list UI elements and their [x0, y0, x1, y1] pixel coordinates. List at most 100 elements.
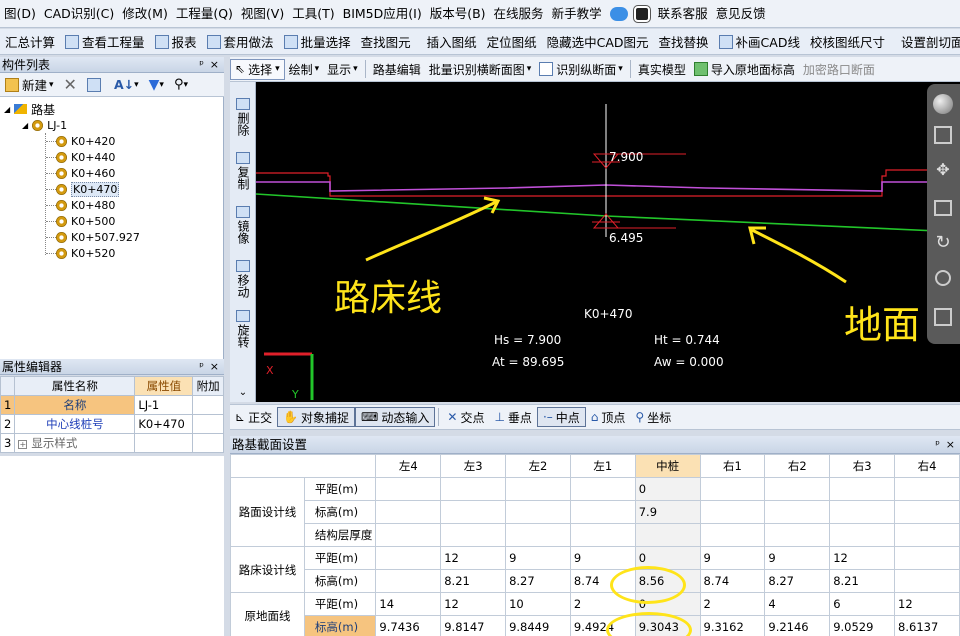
orbit-sphere-icon[interactable]: [933, 94, 953, 114]
pan-icon[interactable]: ✥: [931, 160, 955, 179]
insert-drawing-button[interactable]: 插入图纸: [422, 30, 482, 54]
pin-icon[interactable]: ᵖ: [199, 57, 204, 73]
tree-node-station[interactable]: K0+500: [56, 213, 115, 229]
menu-modify[interactable]: 修改(M): [118, 0, 172, 27]
cube-view-icon[interactable]: [934, 126, 952, 144]
menu-tools[interactable]: 工具(T): [288, 0, 338, 27]
value-cell[interactable]: [894, 569, 960, 593]
property-value-input[interactable]: K0+470: [134, 414, 194, 434]
select-button[interactable]: ⇖ 选择 ▾: [230, 58, 285, 80]
value-cell[interactable]: [375, 569, 442, 593]
redraw-cad-line-button[interactable]: 补画CAD线: [714, 30, 805, 54]
tree-node-station[interactable]: K0+470: [56, 181, 120, 197]
find-replace-button[interactable]: 查找替换: [654, 30, 714, 54]
value-cell[interactable]: [375, 523, 442, 547]
value-cell[interactable]: 12: [829, 546, 896, 570]
value-cell[interactable]: 8.21: [440, 569, 507, 593]
coordinate-snap[interactable]: ⚲ 坐标: [630, 407, 676, 427]
intersection-snap[interactable]: ✕ 交点: [442, 407, 489, 427]
value-cell[interactable]: 14: [375, 592, 442, 616]
view-quantity-button[interactable]: 查看工程量: [60, 30, 150, 54]
property-extra-checkbox[interactable]: [192, 414, 224, 434]
value-cell[interactable]: [764, 477, 831, 501]
perpendicular-snap[interactable]: ⊥ 垂点: [489, 407, 536, 427]
menu-tutorial[interactable]: 新手教学: [548, 0, 606, 27]
value-cell[interactable]: 8.21: [829, 569, 896, 593]
value-cell[interactable]: 9: [505, 546, 571, 570]
ortho-toggle[interactable]: ⊾ 正交: [230, 407, 277, 427]
tree-node-station[interactable]: K0+480: [56, 197, 115, 213]
menu-feedback[interactable]: 意见反馈: [712, 0, 770, 27]
pin-icon[interactable]: ᵖ: [935, 436, 940, 454]
tree-node-station[interactable]: K0+420: [56, 133, 115, 149]
value-cell[interactable]: 2: [699, 592, 766, 616]
value-cell[interactable]: [569, 500, 636, 524]
recognize-profile-button[interactable]: 识别纵断面 ▾: [535, 57, 627, 81]
copy-tool-button[interactable]: 复制: [233, 152, 253, 193]
property-row[interactable]: 2 中心线桩号 K0+470: [0, 414, 224, 434]
menu-bim5d[interactable]: BIM5D应用(I): [339, 0, 426, 27]
value-cell[interactable]: [375, 500, 442, 524]
value-cell[interactable]: 4: [764, 592, 831, 616]
tree-node-station[interactable]: K0+440: [56, 149, 115, 165]
summary-calc-button[interactable]: 汇总计算: [0, 30, 60, 54]
real-model-button[interactable]: 真实模型: [634, 57, 690, 81]
value-cell[interactable]: 8.74: [699, 569, 766, 593]
value-cell[interactable]: [440, 477, 507, 501]
property-value-input[interactable]: LJ-1: [134, 395, 194, 415]
value-cell[interactable]: [829, 523, 896, 547]
value-cell[interactable]: [569, 477, 636, 501]
value-cell[interactable]: 8.6137: [894, 615, 960, 636]
value-cell[interactable]: [505, 477, 571, 501]
value-cell[interactable]: [764, 523, 831, 547]
rotate-view-icon[interactable]: ↻: [931, 232, 955, 253]
set-section-plane-button[interactable]: 设置剖切面: [896, 30, 960, 54]
value-cell[interactable]: 9.3162: [699, 615, 766, 636]
value-cell[interactable]: 10: [505, 592, 571, 616]
value-cell[interactable]: [699, 523, 766, 547]
zoom-window-icon[interactable]: [934, 200, 952, 216]
mirror-tool-button[interactable]: 镜像: [233, 206, 253, 247]
draw-button[interactable]: 绘制 ▾: [285, 57, 324, 81]
find-button[interactable]: ⚲ ▾: [169, 73, 193, 97]
tree-node-station[interactable]: K0+507.927: [56, 229, 140, 245]
value-cell[interactable]: [569, 523, 636, 547]
menu-online-service[interactable]: 在线服务: [490, 0, 548, 27]
value-cell[interactable]: 12: [440, 592, 507, 616]
apply-method-button[interactable]: 套用做法: [202, 30, 279, 54]
value-cell[interactable]: [829, 500, 896, 524]
display-button[interactable]: 显示 ▾: [323, 57, 362, 81]
value-cell[interactable]: 7.9: [634, 500, 701, 524]
box-view-icon[interactable]: [934, 308, 952, 326]
close-icon[interactable]: ×: [210, 57, 219, 73]
vertex-snap[interactable]: ⌂ 顶点: [586, 407, 631, 427]
cad-canvas[interactable]: 7.900 6.495 K0+470 Hs = 7.900 Ht = 0.744…: [256, 82, 960, 402]
tree-node-station[interactable]: K0+520: [56, 245, 115, 261]
filter-button[interactable]: ▼ ▾: [144, 73, 169, 97]
batch-select-button[interactable]: 批量选择: [279, 30, 356, 54]
menu-view[interactable]: 视图(V): [237, 0, 288, 27]
dynamic-input-toggle[interactable]: ⌨ 动态输入: [355, 407, 436, 427]
value-cell[interactable]: [634, 523, 701, 547]
value-cell[interactable]: 9.2146: [764, 615, 831, 636]
subgrade-edit-button[interactable]: 路基编辑: [369, 57, 425, 81]
menu-contact-support[interactable]: 联系客服: [654, 0, 712, 27]
value-cell[interactable]: 0: [634, 477, 701, 501]
value-cell[interactable]: [375, 546, 442, 570]
value-cell[interactable]: 12: [894, 592, 960, 616]
close-icon[interactable]: ×: [210, 359, 219, 375]
copy-button[interactable]: [82, 73, 109, 97]
value-cell[interactable]: 9.8147: [440, 615, 507, 636]
pin-icon[interactable]: ᵖ: [199, 359, 204, 375]
move-tool-button[interactable]: 移动: [233, 260, 253, 301]
hide-selected-cad-button[interactable]: 隐藏选中CAD图元: [542, 30, 654, 54]
collapse-icon[interactable]: ◢: [22, 121, 28, 130]
find-element-button[interactable]: 查找图元: [356, 30, 416, 54]
delete-tool-button[interactable]: 删除: [233, 98, 253, 139]
value-cell[interactable]: [505, 523, 571, 547]
value-cell[interactable]: [829, 477, 896, 501]
property-row[interactable]: 1 名称 LJ-1: [0, 395, 224, 415]
value-cell[interactable]: [505, 500, 571, 524]
import-ground-elevation-button[interactable]: 导入原地面标高: [690, 57, 799, 81]
circle-icon[interactable]: [935, 270, 951, 286]
